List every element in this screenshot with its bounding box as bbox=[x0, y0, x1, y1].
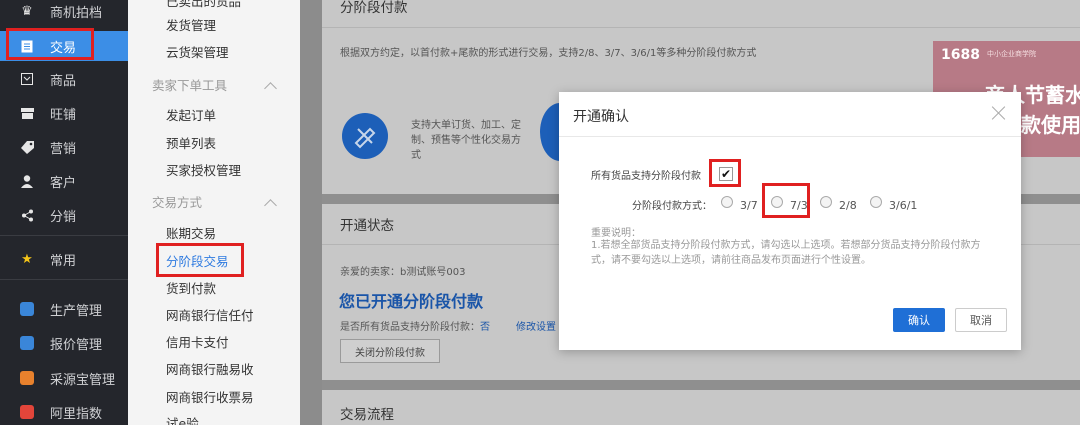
crown-icon: ♛ bbox=[21, 3, 33, 19]
secondary-menu: 已卖出的货品 发货管理 云货架管理 卖家下单工具 发起订单 预单列表 买家授权管… bbox=[128, 0, 300, 425]
nav-item-sourcing[interactable]: 采源宝管理 bbox=[0, 363, 128, 393]
nav-item-shangji[interactable]: ♛ 商机拍档 bbox=[0, 0, 128, 26]
cancel-button[interactable]: 取消 bbox=[955, 308, 1007, 332]
nav-item-label: 营销 bbox=[50, 141, 77, 157]
nav-item-distribution[interactable]: 分销 bbox=[0, 200, 128, 230]
section-trade-flow: 交易流程 bbox=[322, 390, 1080, 425]
submenu-item-mybank-trust[interactable]: 网商银行信任付 bbox=[166, 308, 254, 324]
highlight-box bbox=[6, 28, 94, 60]
banner-subtitle: 中小企业商学院 bbox=[987, 50, 1036, 58]
nav-item-store[interactable]: 旺铺 bbox=[0, 98, 128, 128]
feature-icon-circle bbox=[342, 113, 388, 159]
nav-item-label: 常用 bbox=[50, 253, 77, 269]
nav-item-label: 旺铺 bbox=[50, 107, 77, 123]
opened-title: 您已开通分阶段付款 bbox=[339, 292, 484, 311]
highlight-box bbox=[709, 159, 741, 187]
submenu-item-trial[interactable]: 试e验 bbox=[166, 416, 199, 425]
nav-item-label: 商品 bbox=[50, 73, 77, 89]
section-title: 开通状态 bbox=[340, 218, 394, 234]
chevron-up-icon[interactable] bbox=[264, 199, 277, 212]
nav-item-label: 阿里指数 bbox=[50, 406, 103, 422]
nav-item-label: 商机拍档 bbox=[50, 5, 103, 21]
submenu-item-sold[interactable]: 已卖出的货品 bbox=[166, 0, 241, 10]
confirm-dialog: 开通确认 所有货品支持分阶段付款 ✔ 分阶段付款方式： 3/7 7/3 2/8 … bbox=[559, 92, 1021, 350]
radio-3-6-1[interactable] bbox=[870, 196, 882, 208]
banner-badge: 1688 bbox=[941, 47, 980, 63]
nav-divider bbox=[0, 235, 128, 236]
all-goods-status: 是否所有货品支持分阶段付款：否 bbox=[340, 318, 490, 333]
greeting-text: 亲爱的卖家：b测试账号003 bbox=[340, 267, 466, 278]
nav-item-label: 报价管理 bbox=[50, 337, 103, 353]
production-app-icon bbox=[20, 302, 34, 316]
submenu-item-mybank-invoice[interactable]: 网商银行收票易 bbox=[166, 390, 254, 406]
chart-app-icon bbox=[20, 405, 34, 419]
submenu-item-create-order[interactable]: 发起订单 bbox=[166, 108, 216, 124]
radio-label: 2/8 bbox=[839, 199, 857, 212]
page-gutter bbox=[300, 0, 322, 425]
submenu-item-mybank-rongyi[interactable]: 网商银行融易收 bbox=[166, 362, 254, 378]
share-icon bbox=[20, 208, 34, 222]
pencil-ruler-icon bbox=[354, 127, 376, 149]
submenu-item-credit-period[interactable]: 账期交易 bbox=[166, 226, 216, 242]
submenu-item-pre-orders[interactable]: 预单列表 bbox=[166, 136, 216, 152]
nav-item-label: 生产管理 bbox=[50, 303, 103, 319]
highlight-box bbox=[762, 183, 810, 218]
banner-line-2: 款使用实 bbox=[1021, 113, 1080, 137]
all-goods-label: 所有货品支持分阶段付款 bbox=[591, 171, 701, 182]
dialog-title: 开通确认 bbox=[573, 109, 629, 125]
store-icon bbox=[20, 106, 34, 120]
radio-label: 3/7 bbox=[740, 199, 758, 212]
nav-item-label: 分销 bbox=[50, 209, 77, 225]
submenu-item-shipping[interactable]: 发货管理 bbox=[166, 18, 216, 34]
dialog-divider bbox=[559, 136, 1021, 137]
nav-item-ali-index[interactable]: 阿里指数 bbox=[0, 397, 128, 425]
all-goods-status-value: 否 bbox=[480, 322, 490, 333]
nav-item-label: 客户 bbox=[50, 175, 77, 191]
nav-item-customer[interactable]: 客户 bbox=[0, 166, 128, 196]
submenu-item-buyer-auth[interactable]: 买家授权管理 bbox=[166, 163, 241, 179]
divider bbox=[322, 27, 1080, 28]
section-title: 交易流程 bbox=[340, 407, 394, 423]
nav-item-goods[interactable]: 商品 bbox=[0, 64, 128, 94]
radio-2-8[interactable] bbox=[820, 196, 832, 208]
sourcing-app-icon bbox=[20, 371, 34, 385]
submenu-group-trade-methods[interactable]: 交易方式 bbox=[152, 195, 202, 211]
submenu-item-credit-card[interactable]: 信用卡支付 bbox=[166, 335, 229, 351]
all-goods-status-label: 是否所有货品支持分阶段付款： bbox=[340, 322, 480, 333]
modify-settings-link[interactable]: 修改设置 bbox=[516, 318, 556, 333]
confirm-button[interactable]: 确认 bbox=[893, 308, 945, 332]
nav-divider bbox=[0, 279, 128, 280]
submenu-item-cod[interactable]: 货到付款 bbox=[166, 281, 216, 297]
user-icon bbox=[20, 174, 34, 188]
feature-text: 支持大单订货、加工、定制、预售等个性化交易方式 bbox=[411, 120, 521, 161]
nav-item-label: 采源宝管理 bbox=[50, 372, 116, 388]
close-icon[interactable] bbox=[991, 104, 1007, 120]
note-text: 1.若想全部货品支持分阶段付款方式，请勾选以上选项。若想部分货品支持分阶段付款方… bbox=[591, 240, 981, 266]
nav-item-production[interactable]: 生产管理 bbox=[0, 294, 128, 324]
star-icon: ★ bbox=[21, 251, 33, 267]
box-icon bbox=[20, 72, 34, 86]
section-description: 根据双方约定，以首付款+尾款的形式进行交易，支持2/8、3/7、3/6/1等多种… bbox=[340, 48, 757, 59]
tag-icon bbox=[20, 140, 34, 154]
note-title: 重要说明： bbox=[591, 228, 641, 239]
close-staged-payment-button[interactable]: 关闭分阶段付款 bbox=[340, 339, 440, 363]
nav-item-frequent[interactable]: ★ 常用 bbox=[0, 244, 128, 274]
nav-item-marketing[interactable]: 营销 bbox=[0, 132, 128, 162]
nav-item-quote[interactable]: 报价管理 bbox=[0, 328, 128, 358]
radio-label: 3/6/1 bbox=[889, 199, 918, 212]
section-title: 分阶段付款 bbox=[340, 0, 408, 16]
chevron-up-icon[interactable] bbox=[264, 82, 277, 95]
highlight-box bbox=[156, 243, 244, 277]
submenu-item-cloud-shelf[interactable]: 云货架管理 bbox=[166, 45, 229, 61]
quote-app-icon bbox=[20, 336, 34, 350]
submenu-group-seller-tools[interactable]: 卖家下单工具 bbox=[152, 78, 227, 94]
radio-3-7[interactable] bbox=[721, 196, 733, 208]
method-label: 分阶段付款方式： bbox=[632, 201, 712, 212]
main-nav: ♛ 商机拍档 交易 商品 旺铺 营销 客户 分销 ★ 常用 生产管理 报价管理 … bbox=[0, 0, 128, 425]
